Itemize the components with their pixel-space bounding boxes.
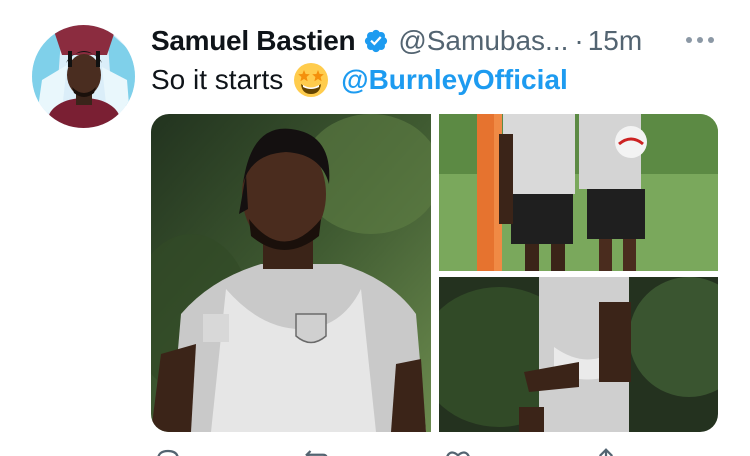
mention-link[interactable]: @BurnleyOfficial bbox=[341, 64, 567, 96]
share-icon[interactable] bbox=[591, 446, 621, 456]
heart-icon[interactable] bbox=[443, 446, 473, 456]
author-name[interactable]: Samuel Bastien bbox=[151, 25, 356, 57]
star-struck-emoji-icon bbox=[293, 62, 329, 98]
reply-icon[interactable] bbox=[153, 446, 183, 456]
media-photo-2[interactable] bbox=[439, 114, 718, 271]
media-photo-1[interactable] bbox=[151, 114, 431, 432]
more-options-icon[interactable] bbox=[683, 29, 717, 51]
tweet-actions bbox=[151, 446, 718, 456]
tweet-timestamp[interactable]: 15m bbox=[588, 25, 642, 57]
tweet-text: So it starts @BurnleyOfficial bbox=[151, 60, 568, 100]
tweet-header: Samuel Bastien @Samubas... · 15m bbox=[151, 23, 642, 59]
more-dot bbox=[697, 37, 703, 43]
verified-badge-icon bbox=[363, 28, 389, 54]
media-photo-3[interactable] bbox=[439, 277, 718, 432]
author-handle[interactable]: @Samubas... bbox=[398, 25, 568, 57]
separator-dot: · bbox=[574, 25, 584, 56]
avatar[interactable] bbox=[32, 25, 135, 128]
media-grid bbox=[151, 114, 718, 432]
more-dot bbox=[708, 37, 714, 43]
tweet-body-text: So it starts bbox=[151, 64, 284, 95]
retweet-icon[interactable] bbox=[303, 446, 333, 456]
more-dot bbox=[686, 37, 692, 43]
